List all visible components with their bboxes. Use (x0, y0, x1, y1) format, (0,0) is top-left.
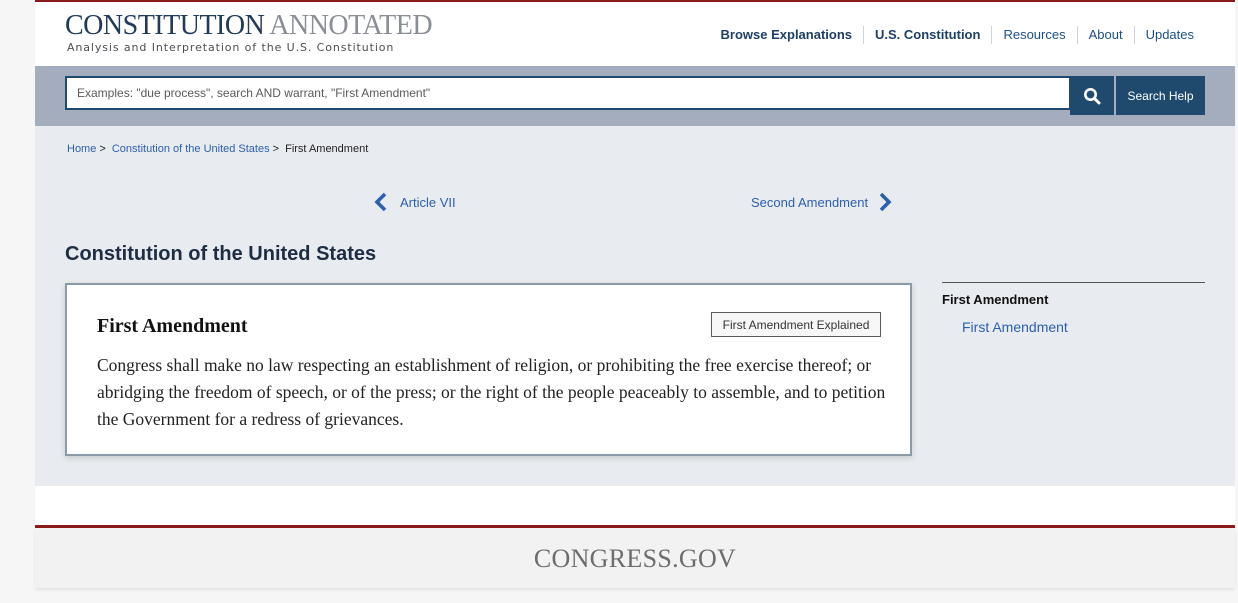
logo-subtitle: Analysis and Interpretation of the U.S. … (67, 41, 395, 54)
sidebar-link-first-amendment[interactable]: First Amendment (962, 319, 1205, 335)
amendment-text: Congress shall make no law respecting an… (97, 355, 886, 429)
breadcrumb-separator: > (272, 143, 280, 155)
search-button[interactable] (1070, 76, 1114, 115)
logo-title: CONSTITUTION ANNOTATED (65, 10, 433, 41)
breadcrumb-current: First Amendment (285, 143, 369, 155)
prev-link[interactable]: Article VII (374, 192, 456, 212)
search-icon (1084, 87, 1101, 104)
nav-about[interactable]: About (1076, 26, 1134, 44)
prev-link-label: Article VII (400, 194, 456, 210)
site-logo[interactable]: CONSTITUTION ANNOTATED Analysis and Inte… (65, 10, 433, 55)
explained-button[interactable]: First Amendment Explained (711, 312, 881, 337)
next-link-label: Second Amendment (751, 194, 869, 210)
breadcrumb-constitution[interactable]: Constitution of the United States (112, 143, 270, 155)
main-content: Home > Constitution of the United States >… (35, 126, 1235, 486)
page-title: Constitution of the United States (65, 243, 377, 265)
breadcrumb-home[interactable]: Home (67, 143, 96, 155)
chevron-right-icon (879, 192, 892, 212)
breadcrumb: Home > Constitution of the United States >… (67, 143, 368, 155)
logo-title-thin: ANNOTATED (264, 10, 433, 41)
main-nav: Browse Explanations U.S. Constitution Re… (710, 26, 1205, 44)
page: CONSTITUTION ANNOTATED Analysis and Inte… (35, 0, 1235, 603)
nav-us-constitution[interactable]: U.S. Constitution (863, 26, 991, 44)
search-input[interactable] (65, 76, 1071, 110)
nav-browse-explanations[interactable]: Browse Explanations (710, 26, 863, 44)
chevron-left-icon (374, 192, 387, 212)
amendment-card: First Amendment First Amendment Explaine… (65, 283, 912, 456)
content-bottom-strip (35, 486, 1235, 525)
sidebar-heading: First Amendment (942, 292, 1049, 307)
card-title: First Amendment (97, 315, 248, 337)
search-bar: Search Help (35, 66, 1235, 126)
congress-gov-logo[interactable]: CONGRESS.GOV (35, 544, 1235, 574)
sidebar-toc: First Amendment First Amendment (942, 282, 1205, 335)
nav-updates[interactable]: Updates (1133, 26, 1205, 44)
search-help-button[interactable]: Search Help (1116, 76, 1205, 115)
next-link[interactable]: Second Amendment (751, 192, 892, 212)
site-footer: CONGRESS.GOV (35, 528, 1235, 588)
logo-title-bold: CONSTITUTION (65, 10, 265, 41)
nav-resources[interactable]: Resources (991, 26, 1076, 44)
site-header: CONSTITUTION ANNOTATED Analysis and Inte… (35, 2, 1235, 66)
breadcrumb-separator: > (99, 143, 106, 155)
